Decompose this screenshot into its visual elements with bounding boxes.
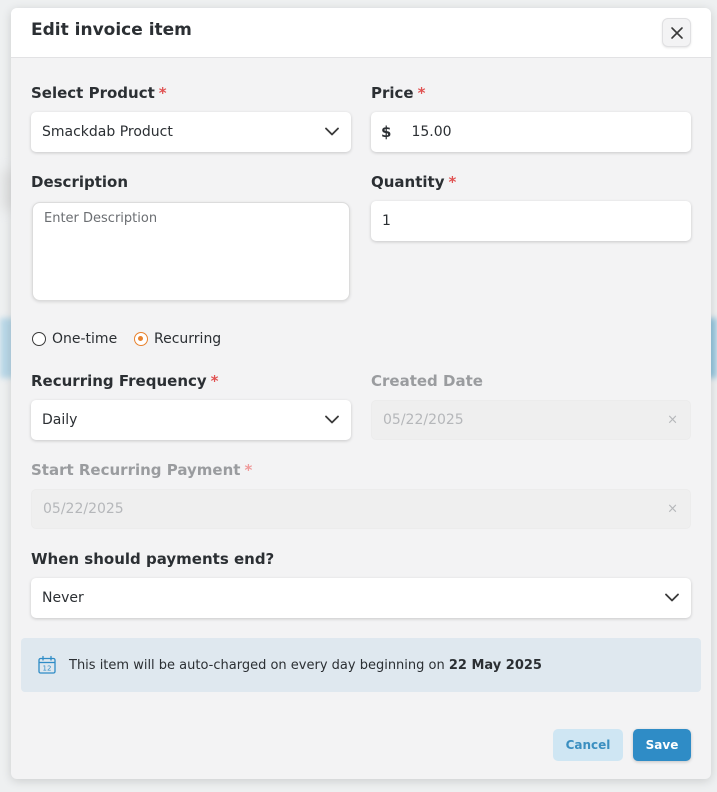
price-value: 15.00: [411, 124, 452, 140]
radio-one-time-circle[interactable]: [32, 332, 46, 346]
select-product-label-text: Select Product: [31, 84, 155, 102]
close-icon: [670, 26, 683, 39]
created-date-label: Created Date: [371, 372, 483, 390]
price-label-text: Price: [371, 84, 414, 102]
required-marker: *: [417, 84, 426, 102]
required-marker: *: [448, 173, 457, 191]
select-product-value: Smackdab Product: [42, 124, 173, 140]
chevron-down-icon: [665, 593, 679, 602]
edit-invoice-item-modal: Edit invoice item Select Product * Smackd…: [11, 8, 711, 779]
payments-end-label: When should payments end?: [31, 550, 275, 568]
required-marker: *: [158, 84, 167, 102]
start-recurring-label: Start Recurring Payment *: [31, 461, 252, 479]
radio-one-time[interactable]: One-time: [32, 331, 117, 347]
created-date-value: 05/22/2025: [383, 412, 464, 428]
currency-symbol: $: [381, 123, 392, 141]
description-textarea[interactable]: Enter Description: [32, 202, 350, 301]
radio-recurring-circle[interactable]: [134, 332, 148, 346]
radio-one-time-label: One-time: [52, 331, 118, 347]
select-product-dropdown[interactable]: Smackdab Product: [31, 112, 351, 152]
created-date-input: 05/22/2025 ×: [371, 400, 691, 440]
required-marker: *: [244, 461, 253, 479]
calendar-icon-day: 12: [43, 665, 52, 673]
radio-recurring-label: Recurring: [154, 331, 222, 347]
required-marker: *: [210, 372, 219, 390]
close-button[interactable]: [662, 18, 691, 47]
select-product-label: Select Product *: [31, 84, 167, 102]
chevron-down-icon: [325, 127, 339, 136]
start-recurring-input: 05/22/2025 ×: [31, 489, 691, 529]
clear-icon: ×: [667, 412, 678, 428]
clear-icon: ×: [667, 501, 678, 517]
recurring-frequency-value: Daily: [42, 412, 78, 428]
recurring-frequency-label: Recurring Frequency *: [31, 372, 219, 390]
radio-recurring[interactable]: Recurring: [134, 331, 221, 347]
price-input[interactable]: $ 15.00: [371, 112, 691, 152]
chevron-down-icon: [325, 415, 339, 424]
quantity-value: 1: [382, 213, 391, 229]
recurring-frequency-dropdown[interactable]: Daily: [31, 400, 351, 440]
quantity-label-text: Quantity: [371, 173, 445, 191]
auto-charge-text-prefix: This item will be auto-charged on every …: [69, 657, 449, 673]
description-label: Description: [31, 173, 129, 191]
payments-end-value: Never: [42, 590, 84, 606]
payments-end-dropdown[interactable]: Never: [31, 578, 691, 618]
calendar-icon: 12: [37, 655, 57, 675]
modal-title: Edit invoice item: [31, 20, 192, 40]
start-recurring-label-text: Start Recurring Payment: [31, 461, 241, 479]
price-label: Price *: [371, 84, 425, 102]
quantity-input[interactable]: 1: [371, 201, 691, 241]
recurring-frequency-label-text: Recurring Frequency: [31, 372, 207, 390]
quantity-label: Quantity *: [371, 173, 456, 191]
start-recurring-value: 05/22/2025: [43, 501, 124, 517]
auto-charge-date: 22 May 2025: [448, 657, 542, 673]
auto-charge-info: 12 This item will be auto-charged on eve…: [21, 638, 701, 692]
cancel-button[interactable]: Cancel: [553, 729, 623, 761]
modal-header: Edit invoice item: [11, 8, 711, 58]
auto-charge-text: This item will be auto-charged on every …: [69, 658, 542, 673]
save-button[interactable]: Save: [633, 729, 691, 761]
